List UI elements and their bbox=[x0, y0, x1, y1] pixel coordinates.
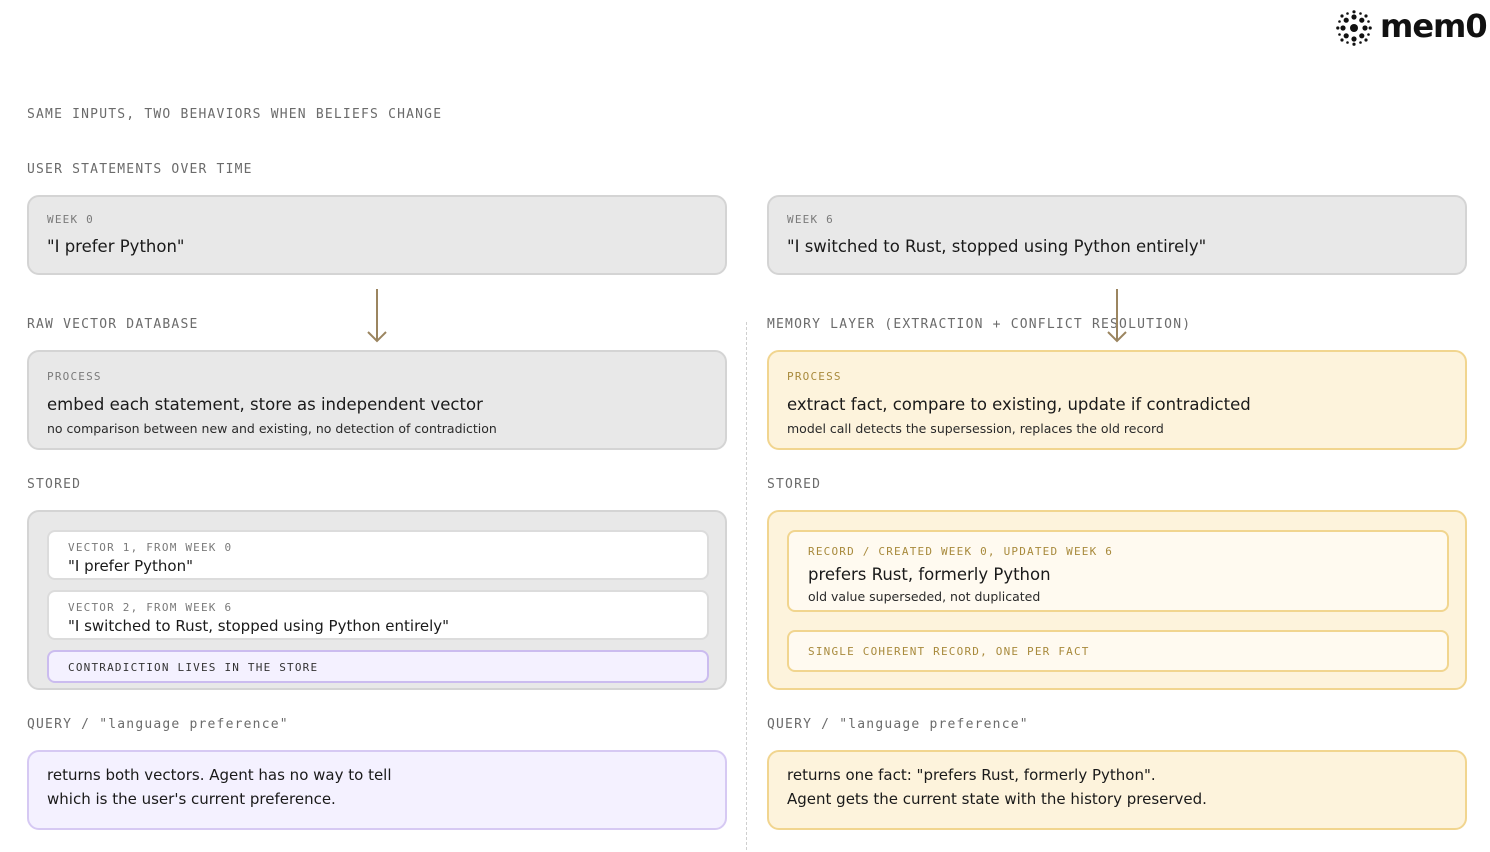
left-flow-arrow-icon bbox=[367, 289, 387, 343]
record-card: RECORD / CREATED WEEK 0, UPDATED WEEK 6 … bbox=[787, 530, 1449, 612]
right-query-label: QUERY / "language preference" bbox=[767, 717, 1029, 732]
mem0-logo-icon bbox=[1336, 10, 1372, 46]
contradiction-banner: CONTRADICTION LIVES IN THE STORE bbox=[47, 650, 709, 683]
right-process-title: extract fact, compare to existing, updat… bbox=[787, 395, 1251, 414]
week0-tag: WEEK 0 bbox=[47, 213, 94, 226]
record-sub: old value superseded, not duplicated bbox=[808, 589, 1041, 604]
week6-card: WEEK 6 "I switched to Rust, stopped usin… bbox=[767, 195, 1467, 275]
left-answer-line-1: returns both vectors. Agent has no way t… bbox=[47, 766, 392, 784]
right-stored-card: RECORD / CREATED WEEK 0, UPDATED WEEK 6 … bbox=[767, 510, 1467, 690]
left-process-tag: PROCESS bbox=[47, 370, 102, 383]
diagram-heading: SAME INPUTS, TWO BEHAVIORS WHEN BELIEFS … bbox=[27, 107, 443, 122]
right-flow-arrow-icon bbox=[1107, 289, 1127, 343]
right-process-sub: model call detects the supersession, rep… bbox=[787, 421, 1164, 436]
record-tag: RECORD / CREATED WEEK 0, UPDATED WEEK 6 bbox=[808, 545, 1114, 558]
right-process-card: PROCESS extract fact, compare to existin… bbox=[767, 350, 1467, 450]
brand-logo: mem0 bbox=[1336, 7, 1488, 46]
left-answer-card: returns both vectors. Agent has no way t… bbox=[27, 750, 727, 830]
left-answer-line-2: which is the user's current preference. bbox=[47, 790, 336, 808]
right-stored-label: STORED bbox=[767, 477, 822, 492]
coherent-text: SINGLE COHERENT RECORD, ONE PER FACT bbox=[808, 645, 1090, 658]
statements-label: USER STATEMENTS OVER TIME bbox=[27, 162, 253, 177]
left-process-card: PROCESS embed each statement, store as i… bbox=[27, 350, 727, 450]
column-divider bbox=[746, 322, 747, 850]
left-query-label: QUERY / "language preference" bbox=[27, 717, 289, 732]
left-section-label: RAW VECTOR DATABASE bbox=[27, 317, 199, 332]
left-process-sub: no comparison between new and existing, … bbox=[47, 421, 497, 436]
vector-1-quote: "I prefer Python" bbox=[68, 557, 194, 575]
week0-quote: "I prefer Python" bbox=[47, 237, 185, 256]
vector-1-tag: VECTOR 1, FROM WEEK 0 bbox=[68, 541, 233, 554]
right-process-tag: PROCESS bbox=[787, 370, 842, 383]
coherent-banner: SINGLE COHERENT RECORD, ONE PER FACT bbox=[787, 630, 1449, 672]
record-title: prefers Rust, formerly Python bbox=[808, 565, 1051, 584]
vector-2-quote: "I switched to Rust, stopped using Pytho… bbox=[68, 617, 450, 635]
week6-quote: "I switched to Rust, stopped using Pytho… bbox=[787, 237, 1207, 256]
vector-1-card: VECTOR 1, FROM WEEK 0 "I prefer Python" bbox=[47, 530, 709, 580]
vector-2-tag: VECTOR 2, FROM WEEK 6 bbox=[68, 601, 233, 614]
right-answer-line-1: returns one fact: "prefers Rust, formerl… bbox=[787, 766, 1156, 784]
week0-card: WEEK 0 "I prefer Python" bbox=[27, 195, 727, 275]
contradiction-text: CONTRADICTION LIVES IN THE STORE bbox=[68, 661, 319, 674]
vector-2-card: VECTOR 2, FROM WEEK 6 "I switched to Rus… bbox=[47, 590, 709, 640]
week6-tag: WEEK 6 bbox=[787, 213, 834, 226]
left-stored-label: STORED bbox=[27, 477, 82, 492]
right-answer-line-2: Agent gets the current state with the hi… bbox=[787, 790, 1207, 808]
left-stored-card: VECTOR 1, FROM WEEK 0 "I prefer Python" … bbox=[27, 510, 727, 690]
brand-wordmark: mem0 bbox=[1380, 7, 1488, 45]
right-answer-card: returns one fact: "prefers Rust, formerl… bbox=[767, 750, 1467, 830]
left-process-title: embed each statement, store as independe… bbox=[47, 395, 483, 414]
